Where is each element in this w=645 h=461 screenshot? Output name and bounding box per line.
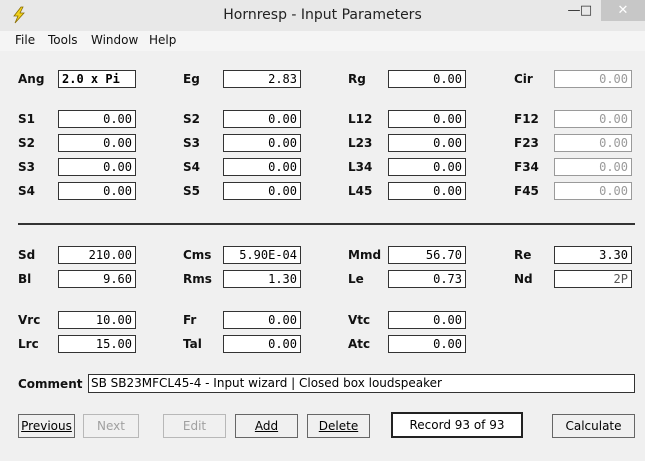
label-cir: Cir bbox=[514, 72, 533, 86]
label-l23: L23 bbox=[348, 136, 373, 150]
field-vrc[interactable]: 10.00 bbox=[58, 311, 136, 329]
field-bl[interactable]: 9.60 bbox=[58, 270, 136, 288]
field-atc[interactable]: 0.00 bbox=[388, 335, 466, 353]
field-l34[interactable]: 0.00 bbox=[388, 158, 466, 176]
field-f34: 0.00 bbox=[554, 158, 632, 176]
label-s5: S5 bbox=[183, 184, 200, 198]
field-s5[interactable]: 0.00 bbox=[223, 182, 301, 200]
label-f45: F45 bbox=[514, 184, 539, 198]
label-ang: Ang bbox=[18, 72, 45, 86]
label-nd: Nd bbox=[514, 272, 533, 286]
field-f45: 0.00 bbox=[554, 182, 632, 200]
label-fr: Fr bbox=[183, 313, 197, 327]
label-comment: Comment bbox=[18, 377, 83, 391]
label-tal: Tal bbox=[183, 337, 202, 351]
field-f12: 0.00 bbox=[554, 110, 632, 128]
label-f12: F12 bbox=[514, 112, 539, 126]
edit-button[interactable]: Edit bbox=[163, 414, 226, 438]
field-s3[interactable]: 0.00 bbox=[58, 158, 136, 176]
label-s4: S4 bbox=[183, 160, 200, 174]
field-re[interactable]: 3.30 bbox=[554, 246, 632, 264]
label-l12: L12 bbox=[348, 112, 373, 126]
label-s1: S1 bbox=[18, 112, 35, 126]
delete-button[interactable]: Delete bbox=[307, 414, 370, 438]
field-le[interactable]: 0.73 bbox=[388, 270, 466, 288]
maximize-button[interactable]: □ bbox=[573, 0, 599, 21]
field-fr[interactable]: 0.00 bbox=[223, 311, 301, 329]
section-divider bbox=[18, 223, 635, 225]
field-cir: 0.00 bbox=[554, 70, 632, 88]
label-rms: Rms bbox=[183, 272, 212, 286]
field-s1[interactable]: 0.00 bbox=[58, 110, 136, 128]
menu-tools[interactable]: Tools bbox=[48, 33, 78, 47]
label-bl: Bl bbox=[18, 272, 32, 286]
field-sd[interactable]: 210.00 bbox=[58, 246, 136, 264]
label-sd: Sd bbox=[18, 248, 36, 262]
field-eg[interactable]: 2.83 bbox=[223, 70, 301, 88]
label-l45: L45 bbox=[348, 184, 373, 198]
comment-field[interactable]: SB SB23MFCL45-4 - Input wizard | Closed … bbox=[88, 374, 635, 393]
label-re: Re bbox=[514, 248, 532, 262]
field-l23[interactable]: 0.00 bbox=[388, 134, 466, 152]
field-s2-col2[interactable]: 0.00 bbox=[223, 110, 301, 128]
window-title: Hornresp - Input Parameters bbox=[223, 7, 422, 23]
record-indicator: Record 93 of 93 bbox=[391, 412, 523, 438]
menu-window[interactable]: Window bbox=[91, 33, 138, 47]
label-vtc: Vtc bbox=[348, 313, 371, 327]
label-mmd: Mmd bbox=[348, 248, 382, 262]
label-s3: S3 bbox=[183, 136, 200, 150]
label-s2: S2 bbox=[18, 136, 35, 150]
field-rg[interactable]: 0.00 bbox=[388, 70, 466, 88]
label-f34: F34 bbox=[514, 160, 539, 174]
label-atc: Atc bbox=[348, 337, 371, 351]
previous-button[interactable]: Previous bbox=[18, 414, 75, 438]
add-button[interactable]: Add bbox=[235, 414, 298, 438]
field-vtc[interactable]: 0.00 bbox=[388, 311, 466, 329]
close-button[interactable]: ✕ bbox=[601, 0, 645, 21]
field-tal[interactable]: 0.00 bbox=[223, 335, 301, 353]
label-vrc: Vrc bbox=[18, 313, 41, 327]
label-s3: S3 bbox=[18, 160, 35, 174]
field-s4-col2[interactable]: 0.00 bbox=[223, 158, 301, 176]
label-rg: Rg bbox=[348, 72, 366, 86]
label-s2: S2 bbox=[183, 112, 200, 126]
field-rms[interactable]: 1.30 bbox=[223, 270, 301, 288]
label-l34: L34 bbox=[348, 160, 373, 174]
menu-help[interactable]: Help bbox=[149, 33, 176, 47]
field-mmd[interactable]: 56.70 bbox=[388, 246, 466, 264]
label-le: Le bbox=[348, 272, 364, 286]
field-ang[interactable]: 2.0 x Pi bbox=[58, 70, 136, 88]
field-cms[interactable]: 5.90E-04 bbox=[223, 246, 301, 264]
field-l45[interactable]: 0.00 bbox=[388, 182, 466, 200]
field-f23: 0.00 bbox=[554, 134, 632, 152]
field-lrc[interactable]: 15.00 bbox=[58, 335, 136, 353]
field-s2[interactable]: 0.00 bbox=[58, 134, 136, 152]
field-s3-col2[interactable]: 0.00 bbox=[223, 134, 301, 152]
field-l12[interactable]: 0.00 bbox=[388, 110, 466, 128]
label-eg: Eg bbox=[183, 72, 200, 86]
field-nd[interactable]: 2P bbox=[554, 270, 632, 288]
menu-file[interactable]: File bbox=[15, 33, 35, 47]
calculate-button[interactable]: Calculate bbox=[552, 414, 635, 438]
label-s4: S4 bbox=[18, 184, 35, 198]
label-lrc: Lrc bbox=[18, 337, 39, 351]
field-s4[interactable]: 0.00 bbox=[58, 182, 136, 200]
label-cms: Cms bbox=[183, 248, 212, 262]
next-button[interactable]: Next bbox=[83, 414, 139, 438]
label-f23: F23 bbox=[514, 136, 539, 150]
